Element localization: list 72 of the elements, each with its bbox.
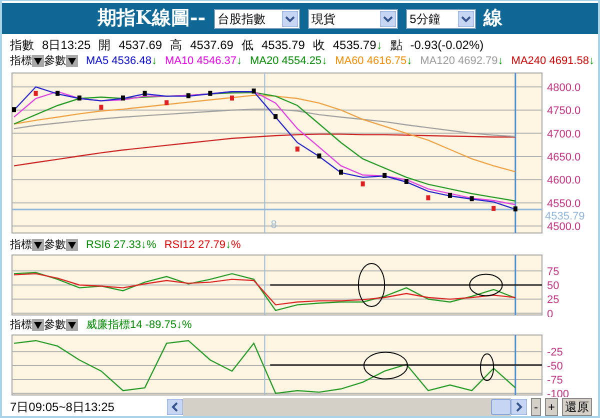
dropdown-icon[interactable] bbox=[32, 319, 44, 332]
ellipse-drawing bbox=[358, 263, 386, 308]
dropdown-icon[interactable] bbox=[66, 55, 78, 68]
dropdown[interactable]: 5分鐘 bbox=[406, 8, 476, 29]
legend-item: RSI6 27.33↓% bbox=[86, 238, 156, 254]
zoom-button[interactable]: - bbox=[530, 398, 541, 416]
axis-tick-label: -100 bbox=[547, 388, 570, 398]
scroll-thumb[interactable] bbox=[490, 398, 511, 415]
field-label: 收 bbox=[312, 37, 325, 54]
axis-tick-label: 4600.0 bbox=[547, 175, 581, 188]
scroll-left-icon[interactable] bbox=[166, 398, 183, 415]
axis-tick-label: -75 bbox=[547, 374, 563, 387]
field-label: 點 bbox=[390, 37, 402, 54]
field-label: 高 bbox=[170, 37, 182, 54]
parameter-menu[interactable]: 參數 bbox=[44, 317, 66, 334]
ellipse-drawing bbox=[480, 354, 494, 382]
legend-item: MA20 4554.25↓ bbox=[250, 54, 328, 70]
field-label: 開 bbox=[98, 37, 111, 54]
ellipse-drawing bbox=[363, 352, 408, 380]
axis-tick-label: 4650.0 bbox=[547, 152, 581, 164]
price-label: 4535.79 bbox=[545, 210, 585, 223]
dropdown-icon[interactable] bbox=[66, 319, 78, 332]
axis-tick-label: 0 bbox=[547, 308, 554, 318]
field-value: 4535.79 bbox=[261, 37, 305, 54]
title-suffix: 線 bbox=[484, 6, 503, 32]
field-value: 4537.69 bbox=[190, 37, 234, 54]
zoom-button[interactable]: + bbox=[544, 398, 558, 416]
axis-tick-label: 50 bbox=[547, 280, 560, 292]
field-value: -0.93(-0.02%) bbox=[410, 37, 484, 54]
ellipse-drawing bbox=[469, 274, 503, 297]
axis-tick-label: 4500.0 bbox=[547, 222, 581, 234]
legend-item: MA240 4691.58↓ bbox=[511, 54, 594, 70]
legend-item: RSI12 27.79↓% bbox=[164, 238, 241, 254]
field-label: 低 bbox=[241, 37, 254, 54]
day-divider-line bbox=[264, 254, 266, 316]
dropdown-icon[interactable] bbox=[66, 239, 78, 252]
axis-tick-label: 4750.0 bbox=[547, 106, 581, 118]
legend-item: MA60 4616.75↓ bbox=[335, 54, 412, 70]
quote-time: 8日13:25 bbox=[42, 37, 91, 54]
axis-tick-label: 4550.0 bbox=[547, 198, 581, 210]
cursor-line bbox=[514, 255, 516, 316]
quote-label: 指數 bbox=[10, 37, 34, 54]
caret-icon bbox=[458, 10, 474, 27]
legend-item: MA5 4536.48↓ bbox=[86, 54, 157, 70]
axis-tick-label: 4800.0 bbox=[547, 82, 581, 94]
legend-item: MA10 4546.37↓ bbox=[164, 54, 242, 70]
scroll-right-icon[interactable] bbox=[510, 398, 527, 415]
page-title: 期指K線圖-- bbox=[97, 6, 206, 32]
cursor-line bbox=[514, 335, 516, 396]
indicator-menu[interactable]: 指標 bbox=[10, 53, 32, 70]
caret-icon bbox=[380, 10, 396, 27]
axis-tick-label: 4700.0 bbox=[547, 128, 581, 141]
indicator-menu[interactable]: 指標 bbox=[10, 237, 32, 254]
field-value: 4537.69 bbox=[118, 37, 162, 54]
zoom-button[interactable]: 還原 bbox=[562, 398, 592, 416]
axis-tick-label: 75 bbox=[547, 266, 560, 278]
axis-tick-label: -25 bbox=[547, 347, 563, 360]
axis-tick-label: -50 bbox=[547, 361, 563, 374]
legend-item: 威廉指標14 -89.75↓% bbox=[86, 318, 192, 334]
dropdown[interactable]: 現貨 bbox=[308, 8, 398, 29]
axis-tick-label: 25 bbox=[547, 294, 560, 307]
field-value: 4535.79↓ bbox=[332, 37, 382, 54]
time-range: 7日09:05~8日13:25 bbox=[10, 398, 114, 416]
dropdown-icon[interactable] bbox=[32, 55, 44, 68]
dropdown[interactable]: 台股指數 bbox=[214, 8, 300, 29]
day-divider-line bbox=[264, 334, 266, 396]
caret-icon bbox=[282, 10, 298, 27]
indicator-menu[interactable]: 指標 bbox=[10, 317, 32, 334]
parameter-menu[interactable]: 參數 bbox=[44, 53, 66, 70]
parameter-menu[interactable]: 參數 bbox=[44, 237, 66, 254]
dropdown-icon[interactable] bbox=[32, 239, 44, 252]
legend-item: MA120 4692.79↓ bbox=[420, 54, 504, 70]
